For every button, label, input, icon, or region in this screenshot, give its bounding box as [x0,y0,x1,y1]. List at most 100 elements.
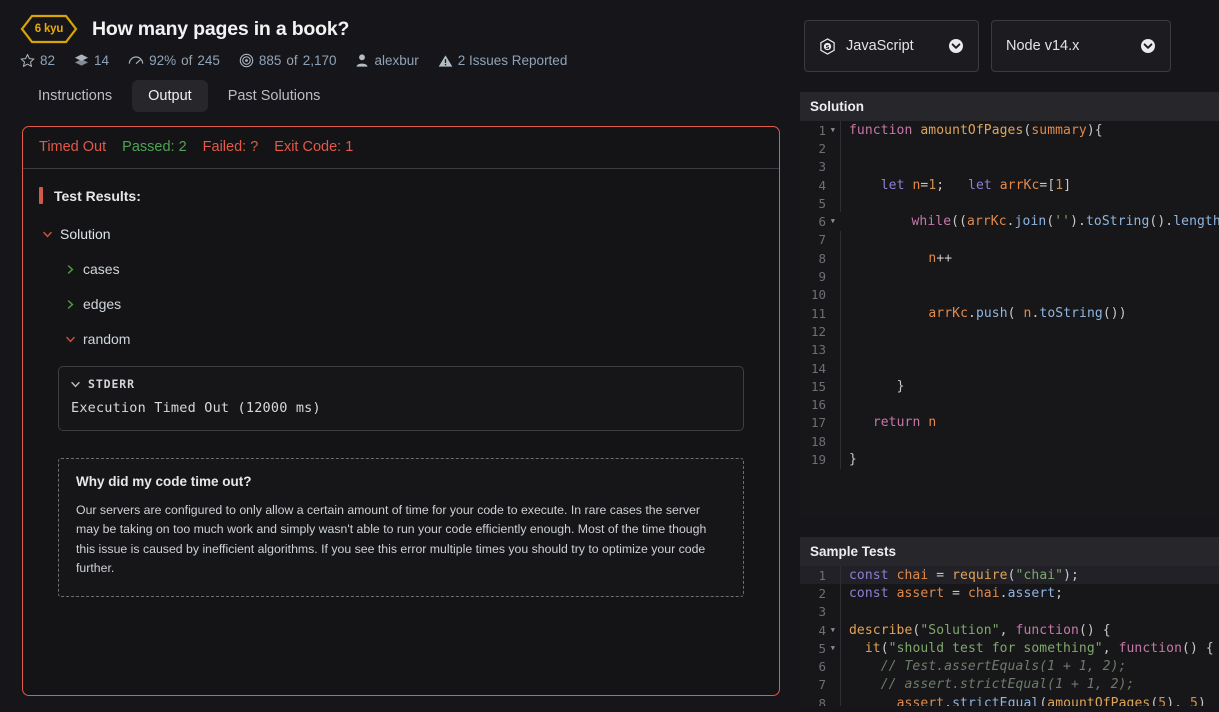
tree-node-label[interactable]: cases [83,261,120,277]
sample-tests-code-editor[interactable]: 1 const chai = require("chai"); 2 const ass… [800,566,1219,706]
code-line[interactable]: 5 ▼ it("should test for something", funct… [800,639,1219,658]
stat-completions-total: 2,170 [302,53,337,68]
line-number: 4 ▼ [818,622,835,638]
code-line[interactable]: 17 return n [800,413,1219,433]
fold-arrow-icon: ▼ [830,125,835,134]
code-line-text[interactable] [841,159,857,174]
chevron-right-icon[interactable] [66,264,75,274]
code-line[interactable]: 4 let n=1; let arrKc=[1] [800,175,1219,195]
line-number: 12 [810,323,826,339]
code-line-text[interactable]: } [841,452,857,467]
line-number: 18 [810,433,826,449]
stat-issues[interactable]: 2 Issues Reported [438,53,568,68]
stat-author[interactable]: alexbur [355,53,419,68]
code-line-text[interactable] [841,397,857,412]
chevron-down-icon[interactable] [43,231,52,238]
code-line[interactable]: 1 const chai = require("chai"); [800,566,1219,585]
code-line-text[interactable]: it("should test for something", function… [841,641,1214,656]
code-line-text[interactable] [841,434,857,449]
code-line-text[interactable] [841,141,857,156]
tree-node-random[interactable]: random [43,331,763,347]
code-line-text[interactable]: function amountOfPages(summary){ [841,123,1103,138]
right-column: S JavaScript Node v14.x Solution 1 ▼ funct… [800,0,1219,712]
code-line-text[interactable] [841,269,857,284]
code-line[interactable]: 10 [800,285,1219,304]
line-number: 2 [818,585,826,601]
code-line-text[interactable] [841,324,857,339]
solution-code-editor[interactable]: 1 ▼ function amountOfPages(summary){2 3 4 … [800,121,1219,517]
code-line-text[interactable]: // assert.strictEqual(1 + 1, 2); [841,677,1135,692]
tree-node-label[interactable]: edges [83,296,121,312]
code-line[interactable]: 14 [800,358,1219,378]
code-line[interactable]: 19} [800,450,1219,469]
tree-node-solution[interactable]: Solution [43,226,763,242]
code-line[interactable]: 3 [800,157,1219,176]
code-line-text[interactable]: const assert = chai.assert; [841,586,1063,601]
code-line[interactable]: 8 assert.strictEqual(amountOfPages(5), 5… [800,694,1219,706]
code-line-text[interactable]: while((arrKc.join('').toString().length) [840,214,1219,229]
code-line-text[interactable]: describe("Solution", function() { [841,623,1111,638]
chevron-down-circle-icon[interactable] [1140,38,1156,54]
language-select[interactable]: S JavaScript [804,20,979,72]
tab-past-solutions[interactable]: Past Solutions [212,80,337,112]
code-line-text[interactable]: // Test.assertEquals(1 + 1, 2); [841,659,1127,674]
code-line[interactable]: 2 [800,139,1219,158]
code-line-text[interactable] [841,232,857,247]
stat-satisfaction-value: 92% [149,53,177,68]
content-tabs: Instructions Output Past Solutions [0,68,800,112]
line-number: 14 [810,360,826,376]
line-number: 7 [818,232,826,248]
line-number: 15 [810,378,826,394]
code-line-text[interactable] [841,342,857,357]
code-line[interactable]: 4 ▼ describe("Solution", function() { [800,620,1219,640]
stat-issues-label[interactable]: 2 Issues Reported [458,53,568,68]
code-line[interactable]: 3 [800,602,1219,621]
code-line-text[interactable]: arrKc.push( n.toString()) [841,306,1127,321]
code-line-text[interactable] [841,361,857,376]
code-line-text[interactable]: n++ [841,251,952,266]
tree-node-edges[interactable]: edges [43,296,763,312]
tree-node-label[interactable]: Solution [60,226,111,242]
code-line-text[interactable] [841,287,857,302]
chevron-down-circle-icon[interactable] [948,38,964,54]
tab-output[interactable]: Output [132,80,208,112]
code-line[interactable]: 16 [800,395,1219,414]
code-line[interactable]: 12 [800,322,1219,341]
code-line[interactable]: 6 ▼ while((arrKc.join('').toString().leng… [800,212,1219,230]
tab-instructions[interactable]: Instructions [22,80,128,112]
stat-stars-value: 82 [40,53,56,68]
line-number: 5 [818,195,826,211]
code-line[interactable]: 7 // assert.strictEqual(1 + 1, 2); [800,675,1219,695]
codewars-kata-trainer: 6 kyu How many pages in a book? 82 14 92… [0,0,1219,712]
code-line-text[interactable] [841,604,857,619]
chevron-right-icon[interactable] [66,299,75,309]
code-line[interactable]: 5 [800,194,1219,213]
stderr-title: STDERR [88,377,135,391]
code-line[interactable]: 15 } [800,377,1219,396]
stderr-header[interactable]: STDERR [71,377,731,391]
code-line[interactable]: 9 [800,267,1219,286]
tree-node-label[interactable]: random [83,331,130,347]
tree-node-cases[interactable]: cases [43,261,763,277]
code-line[interactable]: 8 n++ [800,249,1219,268]
line-number: 7 [818,677,826,693]
code-line[interactable]: 18 [800,432,1219,451]
code-line-text[interactable]: } [841,379,905,394]
status-timed-out: Timed Out [39,139,107,155]
code-line[interactable]: 1 ▼ function amountOfPages(summary){ [800,121,1219,140]
code-line[interactable]: 6 // Test.assertEquals(1 + 1, 2); [800,657,1219,676]
code-line-text[interactable] [841,196,857,211]
code-line-text[interactable]: let n=1; let arrKc=[1] [841,178,1071,193]
line-number: 6 ▼ [818,214,835,230]
code-line[interactable]: 13 [800,340,1219,359]
runtime-version-select[interactable]: Node v14.x [991,20,1171,72]
code-line-text[interactable]: const chai = require("chai"); [841,568,1079,583]
chevron-down-icon[interactable] [66,336,75,343]
code-line-text[interactable]: assert.strictEqual(amountOfPages(5), 5) [841,696,1206,706]
chevron-down-icon[interactable] [71,381,80,388]
code-line-text[interactable]: return n [841,415,936,430]
code-line[interactable]: 2 const assert = chai.assert; [800,584,1219,603]
stat-author-link[interactable]: alexbur [374,53,418,68]
code-line[interactable]: 7 [800,230,1219,250]
code-line[interactable]: 11 arrKc.push( n.toString()) [800,303,1219,323]
